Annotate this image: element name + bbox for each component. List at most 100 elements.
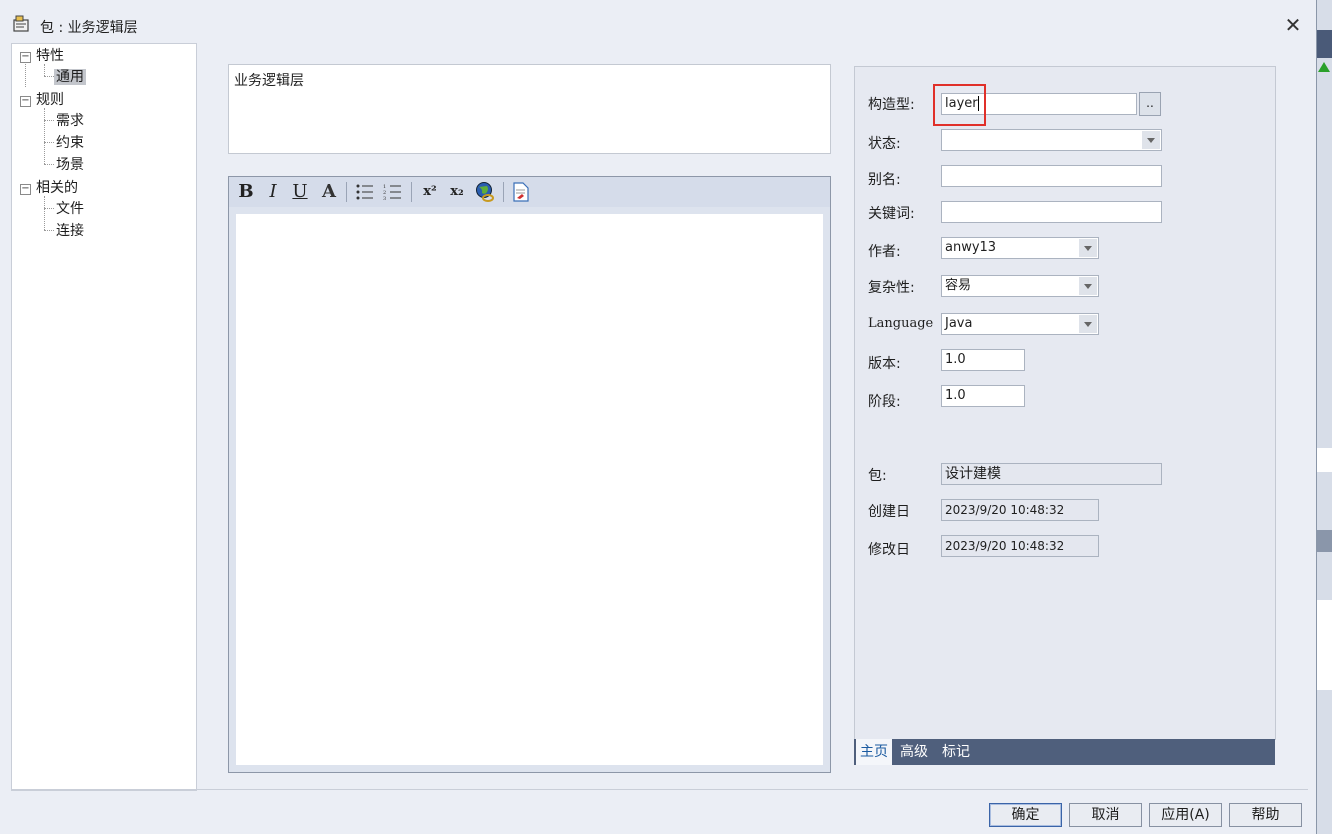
version-input[interactable]: 1.0 [941,349,1025,371]
version-value: 1.0 [945,352,966,367]
tree-item-general[interactable]: 通用 [54,67,86,87]
complexity-value: 容易 [945,278,972,293]
language-label: Language [868,316,934,331]
background-header-strip [1317,530,1332,552]
tree-item-label: 通用 [54,69,86,85]
insert-document-button[interactable] [509,180,533,204]
chevron-down-icon [1079,239,1097,257]
tree-line [44,164,54,165]
complexity-dropdown[interactable]: 容易 [941,275,1099,297]
tree-item-label: 规则 [36,92,64,108]
toolbar-separator [503,182,504,202]
ok-button[interactable]: 确定 [989,803,1062,827]
collapse-icon[interactable]: − [20,52,31,63]
document-icon [513,182,529,202]
help-button[interactable]: 帮助 [1229,803,1302,827]
tree-item-scenarios[interactable]: 场景 [56,155,84,175]
stereotype-input[interactable]: layer [941,93,1137,115]
tree-item-constraints[interactable]: 约束 [56,133,84,153]
cancel-button[interactable]: 取消 [1069,803,1142,827]
tree-line [44,142,54,143]
phase-label: 阶段: [868,394,901,410]
stereotype-label: 构造型: [868,97,915,113]
background-window-edge [1317,0,1332,834]
package-properties-dialog: 包 : 业务逻辑层 ✕ − 特性 通用 − 规则 需求 约束 场景 − 相关的 … [0,0,1317,834]
svg-text:3: 3 [383,196,386,201]
keywords-label: 关键词: [868,206,915,222]
background-panel [1317,448,1332,472]
package-value: 设计建模 [945,466,1001,482]
green-arrow-icon [1318,62,1330,72]
apply-button[interactable]: 应用(A) [1149,803,1222,827]
close-button[interactable]: ✕ [1282,14,1304,36]
toolbar-separator [411,182,412,202]
hyperlink-button[interactable] [473,180,497,204]
language-value: Java [945,316,973,331]
bullet-list-button[interactable] [353,180,377,204]
tree-line [44,208,54,209]
tree-line [44,196,45,230]
globe-link-icon [476,182,494,202]
collapse-icon[interactable]: − [20,96,31,107]
author-value: anwy13 [945,240,997,255]
status-dropdown[interactable] [941,129,1162,151]
tree-line [25,61,26,87]
tree-item-label: 相关的 [36,180,78,196]
author-dropdown[interactable]: anwy13 [941,237,1099,259]
alias-label: 别名: [868,172,901,188]
tab-tags[interactable]: 标记 [938,739,974,765]
chevron-down-icon [1079,277,1097,295]
collapse-icon[interactable]: − [20,184,31,195]
background-toolbar-strip [1317,30,1332,58]
background-panel [1317,600,1332,690]
tree-item-label: 文件 [56,201,84,217]
tree-item-related[interactable]: 相关的 [36,178,78,198]
font-color-button[interactable]: A [317,180,341,204]
tree-item-label: 需求 [56,113,84,129]
window-title: 包 : 业务逻辑层 [40,20,138,36]
complexity-label: 复杂性: [868,280,915,296]
subscript-button[interactable]: x₂ [445,180,469,204]
tree-item-files[interactable]: 文件 [56,199,84,219]
notes-text-area[interactable] [236,214,823,765]
superscript-button[interactable]: x² [418,180,442,204]
tree-line [44,108,45,164]
keywords-input[interactable] [941,201,1162,223]
name-value: 业务逻辑层 [234,73,304,89]
modified-field: 2023/9/20 10:48:32 [941,535,1099,557]
underline-button[interactable]: U [288,180,312,204]
status-label: 状态: [868,136,901,152]
notes-editor: B I U A 1 2 3 x² x₂ [228,176,831,773]
author-label: 作者: [868,244,901,260]
chevron-down-icon [1142,131,1160,149]
tab-main[interactable]: 主页 [856,739,892,765]
package-field: 设计建模 [941,463,1162,485]
package-label: 包: [868,468,887,484]
language-dropdown[interactable]: Java [941,313,1099,335]
italic-button[interactable]: I [261,180,285,204]
tree-item-links[interactable]: 连接 [56,221,84,241]
text-cursor [977,96,979,111]
tree-line [44,120,54,121]
stereotype-browse-button[interactable]: .. [1139,92,1161,116]
numbered-list-button[interactable]: 1 2 3 [381,180,405,204]
chevron-down-icon [1079,315,1097,333]
tab-advanced[interactable]: 高级 [896,739,932,765]
phase-input[interactable]: 1.0 [941,385,1025,407]
bullet-list-icon [356,184,373,200]
tree-item-label: 场景 [56,157,84,173]
bold-button[interactable]: B [234,180,258,204]
navigation-tree: − 特性 通用 − 规则 需求 约束 场景 − 相关的 文件 连接 [11,43,197,791]
modified-value: 2023/9/20 10:48:32 [945,539,1065,553]
tree-item-label: 连接 [56,223,84,239]
tree-item-rules[interactable]: 规则 [36,90,64,110]
divider [11,789,1308,790]
title-bar: 包 : 业务逻辑层 ✕ [0,0,1316,42]
name-field[interactable]: 业务逻辑层 [228,64,831,154]
tree-item-requirements[interactable]: 需求 [56,111,84,131]
tree-item-properties[interactable]: 特性 [36,46,64,66]
tree-item-label: 特性 [36,48,64,64]
alias-input[interactable] [941,165,1162,187]
created-label: 创建日 [868,504,910,520]
tree-line [44,76,54,77]
